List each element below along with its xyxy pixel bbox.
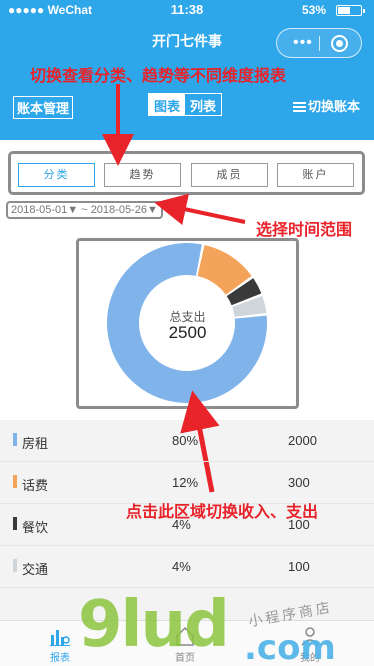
switch-book-button[interactable]: 切换账本 xyxy=(292,96,360,115)
date-range-picker[interactable]: 2018-05-01▼ ~ 2018-05-26▼ xyxy=(6,201,163,219)
category-name: 餐饮 xyxy=(22,520,49,535)
status-bar: ●●●●● WeChat 11:38 53% xyxy=(0,0,374,20)
tab-member[interactable]: 成员 xyxy=(191,163,268,187)
color-swatch xyxy=(13,475,17,488)
battery-percent: 53% xyxy=(301,3,326,17)
menu-icon xyxy=(292,102,306,112)
book-manage-button[interactable]: 账本管理 xyxy=(13,96,74,119)
header: ●●●●● WeChat 11:38 53% 开门七件事 ••• 切换查看分类、… xyxy=(0,0,374,150)
category-percent: 80% xyxy=(172,433,199,448)
category-name: 房租 xyxy=(22,436,49,451)
watermark-logo: 9lud xyxy=(78,588,230,662)
category-percent: 12% xyxy=(172,475,199,490)
watermark-domain: .com xyxy=(244,628,336,666)
view-list-button[interactable]: 列表 xyxy=(185,94,221,115)
list-item[interactable]: 交通 4% 100 xyxy=(0,546,374,588)
view-toggle[interactable]: 图表 列表 xyxy=(148,93,223,116)
color-swatch xyxy=(13,517,17,530)
donut-chart[interactable]: 总支出 2500 xyxy=(76,238,299,409)
close-miniprogram-icon[interactable] xyxy=(331,35,348,52)
category-amount: 100 xyxy=(288,559,310,574)
chart-icon xyxy=(50,630,70,646)
miniprogram-capsule[interactable]: ••• xyxy=(276,28,362,58)
report-panel: 分类 趋势 成员 账户 2018-05-01▼ ~ 2018-05-26▼ 总支… xyxy=(0,140,374,420)
dimension-tabs: 分类 趋势 成员 账户 xyxy=(8,151,365,195)
battery-icon xyxy=(336,5,365,16)
tab-category[interactable]: 分类 xyxy=(18,163,95,187)
category-percent: 4% xyxy=(172,559,191,574)
annotation-time-range: 选择时间范围 xyxy=(256,222,353,239)
switch-book-label: 切换账本 xyxy=(307,99,360,114)
category-name: 交通 xyxy=(22,562,49,577)
capsule-divider xyxy=(319,36,320,51)
more-icon[interactable]: ••• xyxy=(293,34,313,52)
tabbar-label: 报表 xyxy=(50,653,70,664)
tab-account[interactable]: 账户 xyxy=(277,163,354,187)
annotation-top: 切换查看分类、趋势等不同维度报表 xyxy=(30,68,287,85)
category-amount: 2000 xyxy=(288,433,317,448)
category-amount: 300 xyxy=(288,475,310,490)
view-chart-button[interactable]: 图表 xyxy=(149,94,186,115)
category-name: 话费 xyxy=(22,478,49,493)
list-item[interactable]: 房租 80% 2000 xyxy=(0,420,374,462)
annotation-toggle: 点击此区域切换收入、支出 xyxy=(126,504,319,521)
chart-center-value: 2500 xyxy=(168,323,207,342)
color-swatch xyxy=(13,559,17,572)
color-swatch xyxy=(13,433,17,446)
tab-trend[interactable]: 趋势 xyxy=(104,163,181,187)
